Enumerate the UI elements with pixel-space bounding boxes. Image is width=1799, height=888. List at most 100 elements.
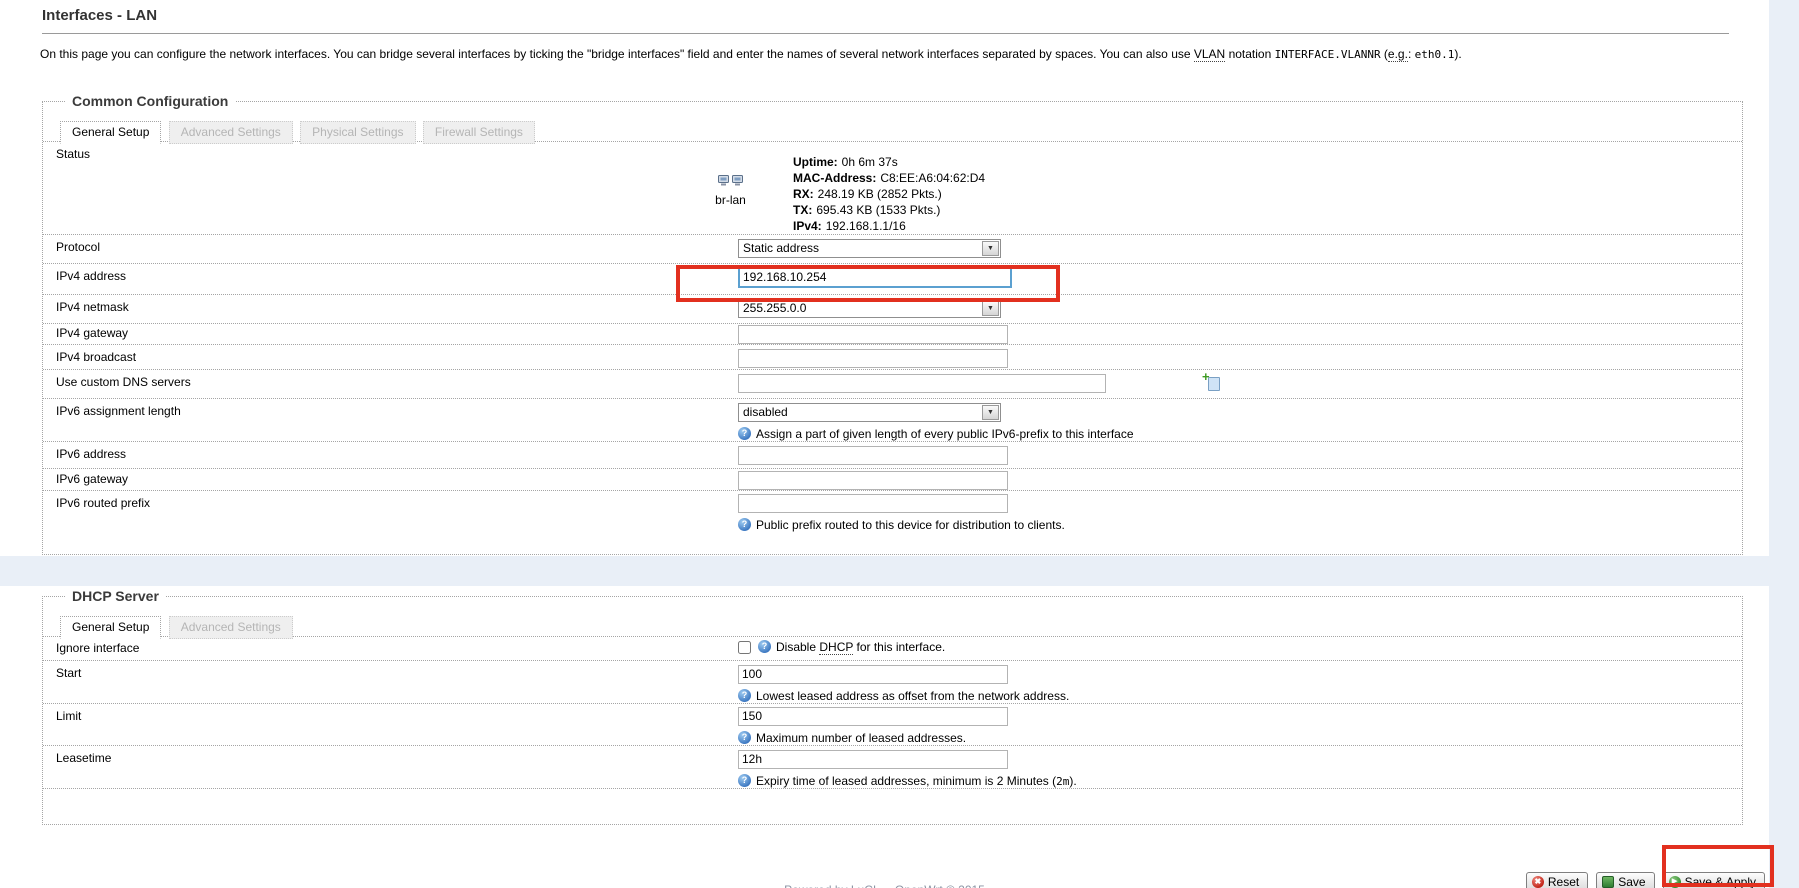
- help-icon: ?: [738, 731, 751, 744]
- section-legend: DHCP Server: [65, 588, 166, 604]
- help-icon: ?: [738, 427, 751, 440]
- row-dhcp-limit: Limit ? Maximum number of leased address…: [43, 704, 1742, 746]
- row-custom-dns: Use custom DNS servers +: [43, 370, 1742, 399]
- ipv4-broadcast-input[interactable]: [738, 349, 1008, 368]
- bridge-interface-icon: [717, 174, 745, 190]
- field-label: Protocol: [43, 235, 738, 263]
- field-help: ? Assign a part of given length of every…: [738, 427, 1742, 441]
- field-help: ? Public prefix routed to this device fo…: [738, 518, 1742, 532]
- dhcp-start-input[interactable]: [738, 665, 1008, 684]
- status-uptime: Uptime:0h 6m 37s: [793, 154, 985, 170]
- tab-bar: General Setup Advanced Settings Physical…: [43, 120, 1742, 142]
- page-title: Interfaces - LAN: [42, 7, 1729, 34]
- field-label: IPv4 broadcast: [43, 345, 738, 369]
- tab-general-setup[interactable]: General Setup: [60, 121, 161, 144]
- add-entry-icon[interactable]: +: [1204, 374, 1220, 391]
- field-label: Limit: [43, 704, 738, 745]
- row-dhcp-leasetime: Leasetime ? Expiry time of leased addres…: [43, 746, 1742, 789]
- field-label: IPv6 address: [43, 442, 738, 468]
- row-ipv6-assignment-length: IPv6 assignment length disabled ▼ ? Assi…: [43, 399, 1742, 442]
- device-name: br-lan: [678, 193, 783, 207]
- dhcp-server-section: DHCP Server General Setup Advanced Setti…: [42, 596, 1743, 825]
- ipv6-routed-prefix-input[interactable]: [738, 494, 1008, 513]
- section-gap: [0, 556, 1769, 586]
- row-dhcp-start: Start ? Lowest leased address as offset …: [43, 661, 1742, 704]
- help-text: Maximum number of leased addresses.: [756, 731, 966, 745]
- help-icon: ?: [738, 774, 751, 787]
- tab-firewall-settings[interactable]: Firewall Settings: [423, 121, 535, 144]
- common-configuration-section: Common Configuration General Setup Advan…: [42, 101, 1743, 555]
- row-ipv4-broadcast: IPv4 broadcast: [43, 345, 1742, 370]
- field-help: ? Lowest leased address as offset from t…: [738, 689, 1742, 703]
- annotation-box-save-apply: [1662, 845, 1774, 887]
- tab-dhcp-general-setup[interactable]: General Setup: [60, 616, 161, 639]
- chevron-down-icon: ▼: [982, 241, 999, 256]
- ipv6-assignment-select-value: disabled: [739, 405, 981, 419]
- help-icon: ?: [758, 640, 771, 653]
- tab-advanced-settings[interactable]: Advanced Settings: [169, 121, 293, 144]
- ignore-interface-checkbox[interactable]: [738, 641, 751, 654]
- plus-icon: +: [1202, 371, 1210, 383]
- description-text: notation: [1225, 47, 1274, 61]
- device-block: br-lan: [678, 174, 783, 234]
- eg-abbr: e.g.: [1388, 47, 1408, 62]
- description-text: ).: [1454, 47, 1461, 61]
- chevron-down-icon: ▼: [982, 301, 999, 316]
- field-label: IPv6 routed prefix: [43, 491, 738, 554]
- status-tx: TX:695.43 KB (1533 Pkts.): [793, 202, 985, 218]
- row-status: Status br-lan Up: [43, 142, 1742, 235]
- help-text: Lowest leased address as offset from the…: [756, 689, 1069, 703]
- custom-dns-input[interactable]: [738, 374, 1106, 393]
- row-ipv6-gateway: IPv6 gateway: [43, 469, 1742, 491]
- protocol-select-value: Static address: [739, 241, 981, 255]
- row-protocol: Protocol Static address ▼: [43, 235, 1742, 264]
- leasetime-code: 2m: [1056, 775, 1069, 788]
- page-description: On this page you can configure the netwo…: [40, 47, 1640, 63]
- help-icon: ?: [738, 518, 751, 531]
- ipv6-gateway-input[interactable]: [738, 471, 1008, 490]
- row-ipv4-gateway: IPv4 gateway: [43, 324, 1742, 345]
- help-text: Public prefix routed to this device for …: [756, 518, 1065, 532]
- row-ignore-interface: Ignore interface ? Disable DHCP for this…: [43, 637, 1742, 661]
- dhcp-leasetime-input[interactable]: [738, 750, 1008, 769]
- vlan-abbr: VLAN: [1194, 47, 1225, 62]
- row-ipv6-address: IPv6 address: [43, 442, 1742, 469]
- page-background-margin: [1769, 0, 1799, 888]
- protocol-select[interactable]: Static address ▼: [738, 239, 1001, 258]
- field-label: IPv6 assignment length: [43, 399, 738, 441]
- help-text: Assign a part of given length of every p…: [756, 427, 1134, 441]
- ipv6-assignment-select[interactable]: disabled ▼: [738, 403, 1001, 422]
- ipv6-address-input[interactable]: [738, 446, 1008, 465]
- status-ipv4: IPv4:192.168.1.1/16: [793, 218, 985, 234]
- description-text: (: [1381, 47, 1388, 61]
- page: Interfaces - LAN On this page you can co…: [0, 0, 1799, 888]
- field-label: IPv4 gateway: [43, 324, 738, 344]
- help-icon: ?: [738, 689, 751, 702]
- eth0-code: eth0.1: [1415, 48, 1455, 61]
- field-label: Start: [43, 661, 738, 703]
- tab-bar: General Setup Advanced Settings: [43, 615, 1742, 637]
- dhcp-limit-input[interactable]: [738, 707, 1008, 726]
- field-label: Ignore interface: [43, 637, 738, 660]
- description-text: On this page you can configure the netwo…: [40, 47, 1194, 61]
- ipv4-gateway-input[interactable]: [738, 325, 1008, 344]
- help-text: Expiry time of leased addresses, minimum…: [756, 774, 1077, 788]
- ipv4-netmask-select-value: 255.255.0.0: [739, 301, 981, 315]
- annotation-box-ipv4-address: [676, 265, 1060, 302]
- help-text: Disable DHCP for this interface.: [776, 640, 945, 654]
- footer-text: Powered by LuCI — OpenWrt © 2015: [0, 883, 1769, 888]
- dhcp-abbr: DHCP: [819, 640, 853, 655]
- field-label: Status: [43, 142, 738, 234]
- field-label: IPv6 gateway: [43, 469, 738, 490]
- field-label: Use custom DNS servers: [43, 370, 738, 398]
- description-text: :: [1408, 47, 1415, 61]
- section-legend: Common Configuration: [65, 93, 235, 109]
- field-label: IPv4 netmask: [43, 295, 738, 323]
- chevron-down-icon: ▼: [982, 405, 999, 420]
- tab-physical-settings[interactable]: Physical Settings: [300, 121, 415, 144]
- field-label: Leasetime: [43, 746, 738, 788]
- row-ipv6-routed-prefix: IPv6 routed prefix ? Public prefix route…: [43, 491, 1742, 554]
- field-help: ? Maximum number of leased addresses.: [738, 731, 1742, 745]
- tab-dhcp-advanced-settings[interactable]: Advanced Settings: [169, 616, 293, 639]
- status-rx: RX:248.19 KB (2852 Pkts.): [793, 186, 985, 202]
